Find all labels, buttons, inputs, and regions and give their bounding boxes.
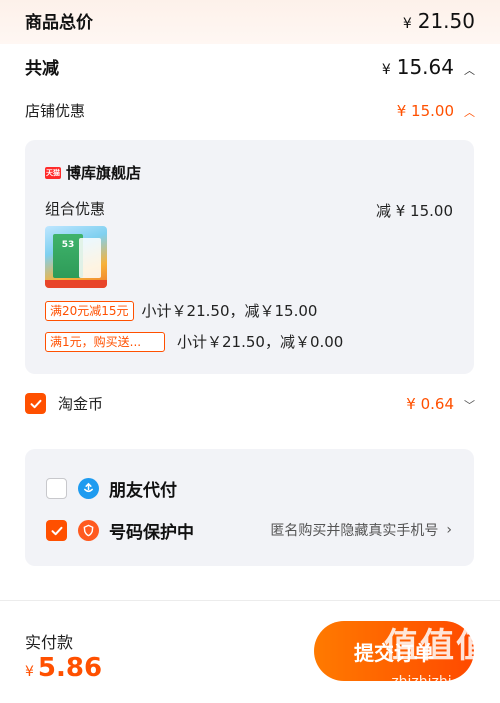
- store-discount-card: 天猫 博库旗舰店 组合优惠 减 ¥ 15.00 53 满20元减15元 小计￥2…: [25, 140, 474, 374]
- chevron-up-icon[interactable]: ︿: [464, 62, 475, 78]
- checkbox-checked-icon[interactable]: [25, 393, 46, 414]
- taojinbi-label: 淘金币: [58, 395, 104, 413]
- reduction-row[interactable]: 共减 ¥15.64 ︿: [25, 54, 475, 80]
- taojinbi-amount: ¥ 0.64 ﹀: [406, 394, 475, 413]
- goods-total-price: ¥21.50: [402, 8, 475, 33]
- combo-discount-amount: 减 ¥ 15.00: [375, 202, 453, 220]
- promo-subtotal: 小计￥21.50，减￥15.00: [141, 302, 318, 320]
- order-summary-sheet: 商品总价 ¥21.50 共减 ¥15.64 ︿ 店铺优惠 ¥ 15.00 ︿ 天猫 …: [0, 0, 500, 600]
- combo-discount-label: 组合优惠: [45, 200, 106, 218]
- chevron-up-icon[interactable]: ︿: [464, 104, 475, 120]
- store-discount-label: 店铺优惠: [25, 102, 86, 120]
- taojinbi-row[interactable]: 淘金币 ¥ 0.64 ﹀: [25, 393, 475, 414]
- store-header[interactable]: 天猫 博库旗舰店: [45, 162, 141, 183]
- friend-pay-option[interactable]: 朋友代付: [46, 476, 177, 501]
- tmall-logo-icon: 天猫: [45, 166, 61, 179]
- shield-icon: [78, 520, 99, 541]
- chevron-down-icon[interactable]: ﹀: [464, 397, 475, 413]
- pay-label: 实付款: [25, 633, 74, 652]
- chevron-right-icon[interactable]: ›: [446, 522, 452, 538]
- checkbox-empty-icon[interactable]: [46, 478, 67, 499]
- number-protect-hint-link[interactable]: 匿名购买并隐藏真实手机号 ›: [270, 520, 452, 540]
- store-discount-row[interactable]: 店铺优惠 ¥ 15.00 ︿: [25, 100, 475, 121]
- watermark-url: zhizhizhi.com: [391, 674, 486, 690]
- pay-amount: ¥5.86: [25, 653, 103, 683]
- reduction-label: 共减: [25, 59, 59, 79]
- promo-row: 满20元减15元 小计￥21.50，减￥15.00: [45, 300, 317, 321]
- store-discount-amount: ¥ 15.00 ︿: [396, 101, 475, 120]
- number-protect-option[interactable]: 号码保护中: [46, 518, 194, 543]
- goods-total-row: 商品总价 ¥21.50: [25, 8, 475, 34]
- services-card: 朋友代付 号码保护中 匿名购买并隐藏真实手机号 ›: [25, 449, 474, 566]
- product-thumbnail[interactable]: 53: [45, 226, 107, 288]
- friend-pay-label: 朋友代付: [109, 481, 177, 501]
- promo-row: 满1元，购买送... 小计￥21.50，减￥0.00: [45, 331, 343, 352]
- goods-total-label: 商品总价: [25, 13, 93, 33]
- reduction-price: ¥15.64 ︿: [381, 54, 475, 79]
- watermark-logo: 值值值: [384, 626, 492, 666]
- promo-tag[interactable]: 满1元，购买送...: [45, 331, 165, 352]
- number-protect-label: 号码保护中: [109, 523, 194, 543]
- friend-pay-icon: [78, 478, 99, 499]
- number-protect-hint: 匿名购买并隐藏真实手机号: [270, 523, 439, 539]
- promo-subtotal: 小计￥21.50，减￥0.00: [177, 333, 344, 351]
- checkbox-checked-icon[interactable]: [46, 520, 67, 541]
- promo-tag[interactable]: 满20元减15元: [45, 300, 134, 321]
- store-name: 博库旗舰店: [66, 164, 142, 182]
